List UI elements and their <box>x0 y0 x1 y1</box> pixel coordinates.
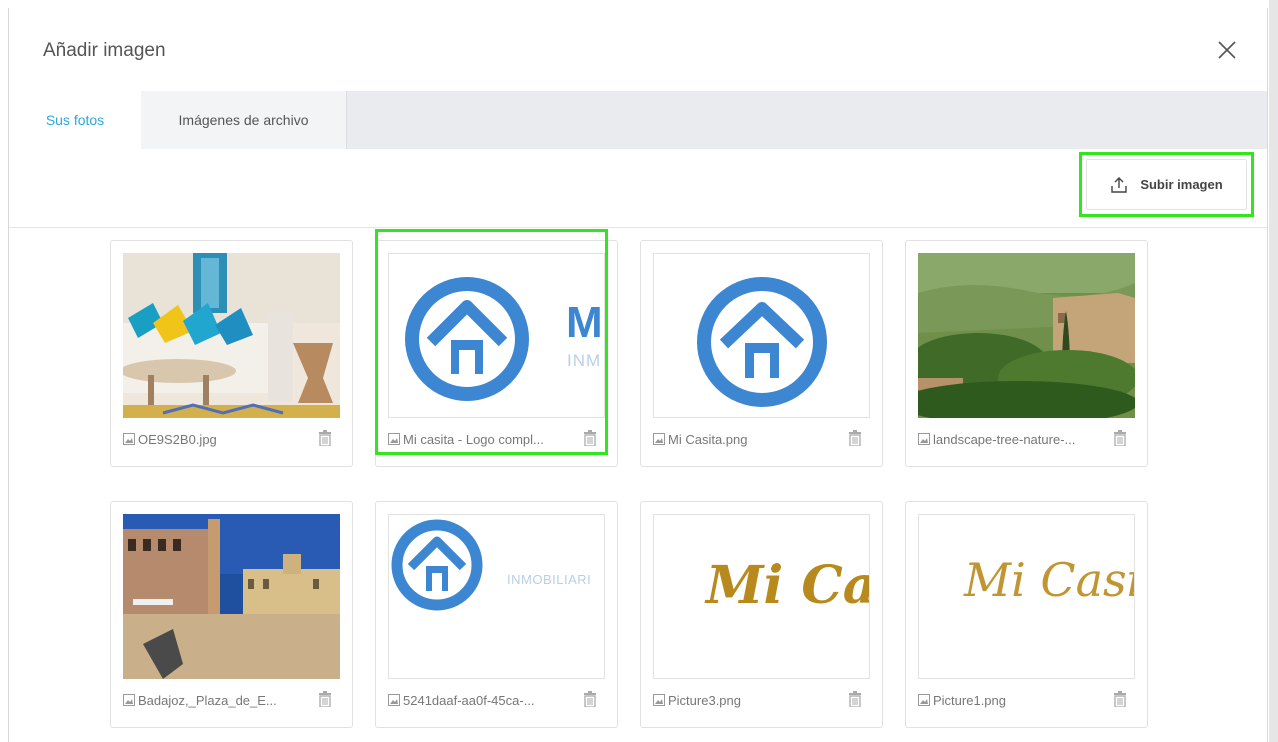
image-icon <box>653 433 665 445</box>
tab-your-photos[interactable]: Sus fotos <box>9 91 141 149</box>
logo-letter: M <box>566 298 603 347</box>
photo-card[interactable]: Mi Casit Picture1.png <box>905 501 1148 728</box>
logo-script: Mi Ca <box>706 555 870 616</box>
trash-icon[interactable] <box>848 691 862 707</box>
upload-label: Subir imagen <box>1140 177 1223 192</box>
photo-filename: Mi Casita.png <box>653 429 853 449</box>
image-icon <box>918 433 930 445</box>
upload-icon <box>1111 176 1128 193</box>
thumbnail-image <box>123 253 340 418</box>
image-icon <box>388 433 400 445</box>
photo-card[interactable]: INMOBILIARI 5241daaf-aa0f-45ca-... <box>375 501 618 728</box>
thumbnail-image <box>653 253 870 418</box>
trash-icon[interactable] <box>318 691 332 707</box>
image-icon <box>388 694 400 706</box>
photo-card[interactable]: Badajoz,_Plaza_de_E... <box>110 501 353 728</box>
photo-card[interactable]: M INM Mi casita - Logo compl... <box>375 240 618 467</box>
trash-icon[interactable] <box>1113 691 1127 707</box>
trash-icon[interactable] <box>848 430 862 446</box>
tab-bar: Sus fotos Imágenes de archivo <box>9 91 1267 149</box>
image-icon <box>123 433 135 445</box>
thumbnail-image: Mi Ca <box>653 514 870 679</box>
thumbnail-image: Mi Casit <box>918 514 1135 679</box>
photo-card[interactable]: OE9S2B0.jpg <box>110 240 353 467</box>
close-icon[interactable] <box>1215 38 1239 62</box>
logo-script: Mi Casit <box>964 553 1134 607</box>
image-icon <box>123 694 135 706</box>
thumbnail-image: INMOBILIARI <box>388 514 605 679</box>
photo-card[interactable]: Mi Casita.png <box>640 240 883 467</box>
thumbnail-image: M INM <box>388 253 605 418</box>
upload-image-button[interactable]: Subir imagen <box>1086 159 1247 210</box>
modal-title: Añadir imagen <box>43 40 166 61</box>
logo-brand: INM <box>567 351 602 370</box>
photo-filename: Picture3.png <box>653 690 853 710</box>
toolbar: Subir imagen <box>9 149 1267 228</box>
photo-filename: 5241daaf-aa0f-45ca-... <box>388 690 588 710</box>
logo-brand: INMOBILIARI <box>507 572 592 587</box>
image-icon <box>653 694 665 706</box>
thumbnail-image <box>123 514 340 679</box>
photo-filename: Picture1.png <box>918 690 1118 710</box>
trash-icon[interactable] <box>1113 430 1127 446</box>
thumbnail-image <box>918 253 1135 418</box>
trash-icon[interactable] <box>318 430 332 446</box>
trash-icon[interactable] <box>583 691 597 707</box>
photo-card[interactable]: Mi Ca Picture3.png <box>640 501 883 728</box>
modal-header: Añadir imagen <box>9 8 1267 91</box>
photo-card[interactable]: landscape-tree-nature-... <box>905 240 1148 467</box>
backdrop-edge <box>1269 0 1278 742</box>
image-icon <box>918 694 930 706</box>
trash-icon[interactable] <box>583 430 597 446</box>
photo-filename: Mi casita - Logo compl... <box>388 429 588 449</box>
photo-filename: OE9S2B0.jpg <box>123 429 323 449</box>
tab-stock-images[interactable]: Imágenes de archivo <box>141 91 347 149</box>
photo-filename: Badajoz,_Plaza_de_E... <box>123 690 323 710</box>
photo-filename: landscape-tree-nature-... <box>918 429 1118 449</box>
